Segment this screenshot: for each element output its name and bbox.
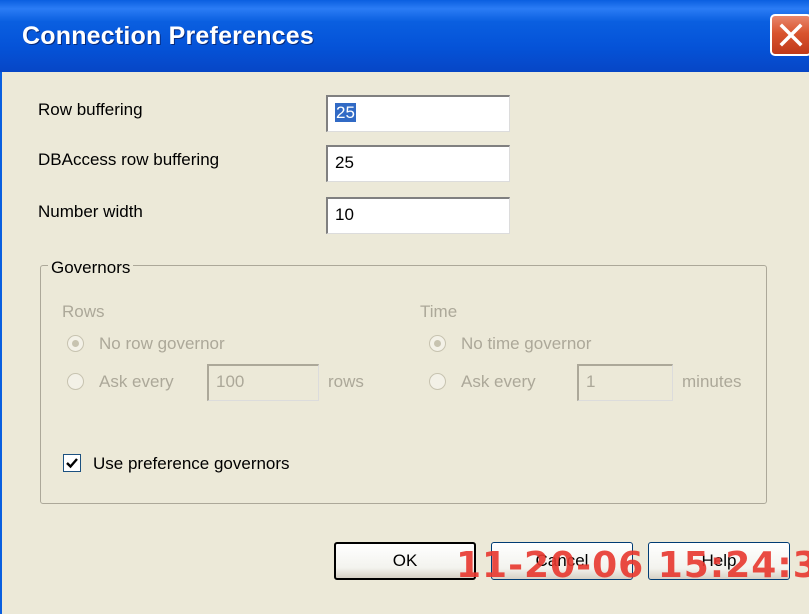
radio-selected-dot: [72, 340, 79, 347]
no-row-governor-label: No row governor: [99, 334, 225, 353]
checkmark-icon: [66, 458, 78, 469]
dbaccess-row-buffering-value: 25: [335, 153, 354, 172]
ask-every-rows-radio[interactable]: [67, 373, 84, 390]
time-heading: Time: [420, 302, 458, 321]
rows-heading: Rows: [62, 302, 105, 321]
title-bar[interactable]: Connection Preferences: [0, 0, 809, 72]
use-preference-governors-label: Use preference governors: [93, 454, 290, 473]
no-time-governor-label: No time governor: [461, 334, 592, 353]
row-buffering-input[interactable]: 25: [326, 95, 510, 132]
dbaccess-row-buffering-label: DBAccess row buffering: [38, 150, 220, 169]
no-time-governor-radio[interactable]: [429, 335, 446, 352]
timestamp-overlay: 11-20-06 15:24:36: [456, 545, 809, 586]
dbaccess-row-buffering-input[interactable]: 25: [326, 145, 510, 182]
governors-title: Governors: [48, 258, 134, 278]
no-row-governor-radio[interactable]: [67, 335, 84, 352]
window-title: Connection Preferences: [22, 22, 314, 50]
close-icon: [779, 23, 803, 47]
row-buffering-label: Row buffering: [38, 100, 143, 119]
radio-selected-dot: [434, 340, 441, 347]
ok-button[interactable]: OK: [334, 542, 476, 580]
ask-every-rows-input[interactable]: 100: [207, 364, 319, 401]
rows-unit-label: rows: [328, 372, 364, 391]
ask-every-time-input[interactable]: 1: [577, 364, 673, 401]
row-buffering-value: 25: [335, 103, 356, 122]
ask-every-time-radio[interactable]: [429, 373, 446, 390]
time-unit-label: minutes: [682, 372, 742, 391]
ask-every-rows-value: 100: [216, 372, 245, 391]
ask-every-rows-label: Ask every: [99, 372, 174, 391]
number-width-input[interactable]: 10: [326, 197, 510, 234]
ask-every-time-label: Ask every: [461, 372, 536, 391]
connection-preferences-dialog: Connection Preferences Row buffering 25 …: [0, 0, 809, 614]
use-preference-governors-checkbox[interactable]: [63, 454, 81, 472]
number-width-value: 10: [335, 205, 354, 224]
number-width-label: Number width: [38, 202, 143, 221]
ask-every-time-value: 1: [586, 372, 596, 391]
close-button[interactable]: [770, 14, 809, 56]
